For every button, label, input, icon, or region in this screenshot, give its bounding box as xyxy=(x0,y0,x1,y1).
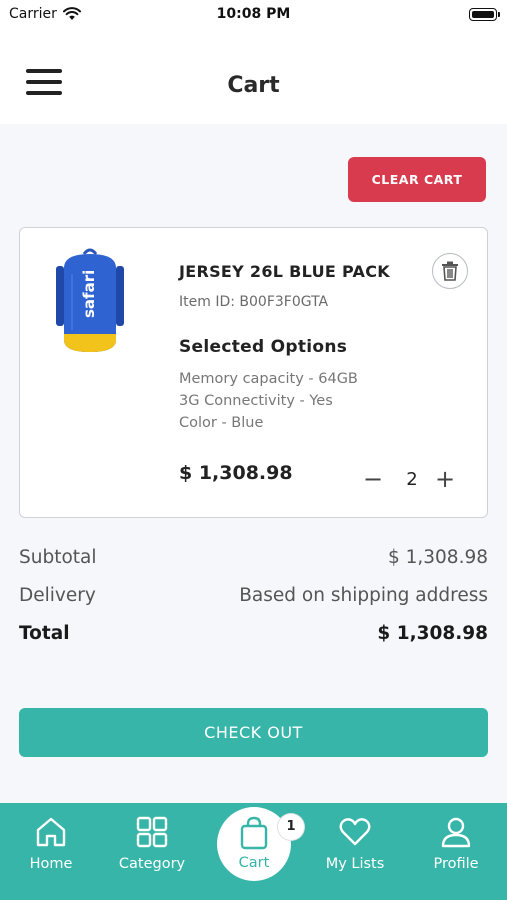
tab-my-lists-label: My Lists xyxy=(325,856,385,872)
subtotal-label: Subtotal xyxy=(19,547,97,568)
item-id: Item ID: B00F3F0GTA xyxy=(179,294,329,310)
product-image[interactable]: safari xyxy=(50,244,130,360)
page-title: Cart xyxy=(227,73,280,98)
tab-home-label: Home xyxy=(29,856,73,872)
decrease-quantity-button[interactable]: − xyxy=(360,466,386,492)
quantity-value[interactable]: 2 xyxy=(390,464,434,496)
delivery-value: Based on shipping address xyxy=(239,585,488,606)
increase-quantity-button[interactable]: + xyxy=(432,466,458,492)
tab-my-lists[interactable]: My Lists xyxy=(305,803,405,900)
option-connectivity: 3G Connectivity - Yes xyxy=(179,393,333,409)
tab-category[interactable]: Category xyxy=(102,803,202,900)
product-name[interactable]: JERSEY 26L BLUE PACK xyxy=(179,262,390,281)
bag-icon xyxy=(240,816,268,850)
cart-item-card: safari JERSEY 26L BLUE PACK Item ID: B00… xyxy=(19,227,488,518)
total-label: Total xyxy=(19,623,70,644)
subtotal-value: $ 1,308.98 xyxy=(387,547,488,568)
status-bar: Carrier 10:08 PM xyxy=(0,0,507,34)
checkout-button[interactable]: CHECK OUT xyxy=(19,708,488,757)
option-memory: Memory capacity - 64GB xyxy=(179,371,358,387)
selected-options-heading: Selected Options xyxy=(179,337,348,357)
battery-icon xyxy=(469,8,500,21)
tab-cart-label: Cart xyxy=(238,855,270,871)
tab-category-label: Category xyxy=(118,856,186,872)
heart-icon xyxy=(339,818,371,846)
brand-logo: safari xyxy=(80,270,98,318)
clock: 10:08 PM xyxy=(216,6,291,22)
delivery-label: Delivery xyxy=(19,585,96,606)
tab-profile-label: Profile xyxy=(433,856,479,872)
option-color: Color - Blue xyxy=(179,415,264,431)
grid-icon xyxy=(136,816,168,848)
item-price: $ 1,308.98 xyxy=(179,462,293,484)
trash-icon xyxy=(442,261,458,281)
clear-cart-button[interactable]: CLEAR CART xyxy=(348,157,486,202)
delete-item-button[interactable] xyxy=(432,253,468,289)
total-value: $ 1,308.98 xyxy=(377,623,488,644)
user-icon xyxy=(441,817,471,848)
tab-home[interactable]: Home xyxy=(1,803,101,900)
navigation-bar: Cart xyxy=(0,34,507,124)
tab-profile[interactable]: Profile xyxy=(406,803,506,900)
cart-count-badge: 1 xyxy=(278,814,304,840)
home-icon xyxy=(36,817,66,847)
